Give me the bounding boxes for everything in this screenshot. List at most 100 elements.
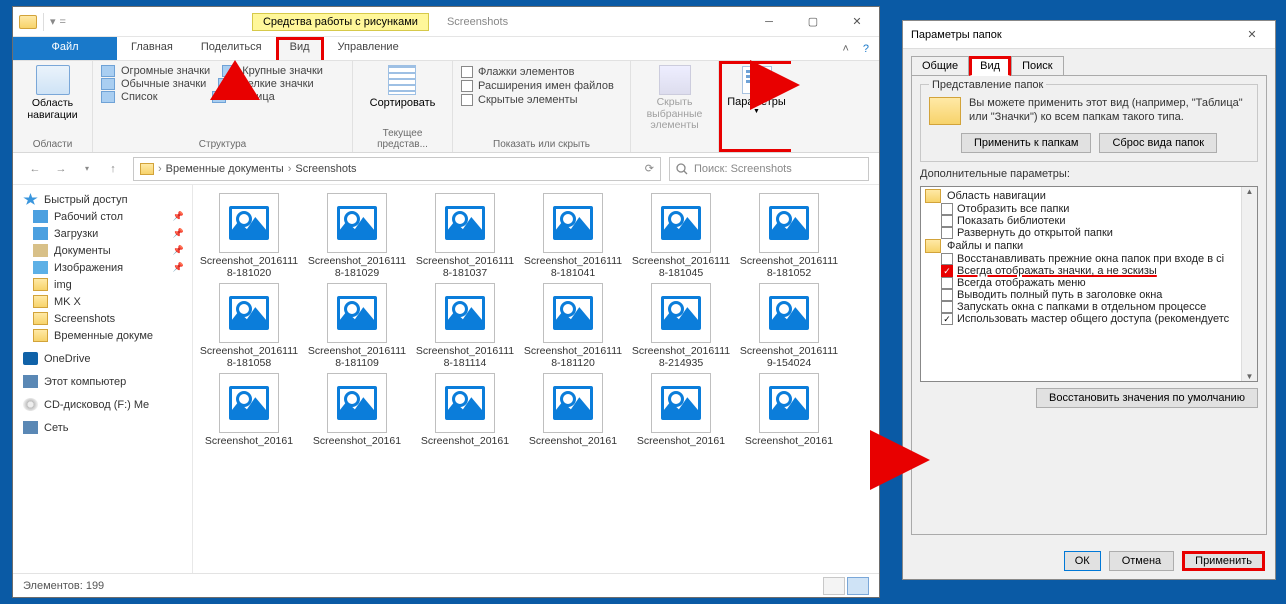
sidebar-mkx[interactable]: MK X — [13, 293, 192, 310]
file-item[interactable]: Screenshot_20161118-181109 — [305, 283, 409, 369]
image-icon — [445, 206, 485, 240]
ribbon-group-options[interactable]: Параметры ▼ — [719, 61, 791, 152]
file-item[interactable]: Screenshot_20161118-181052 — [737, 193, 841, 279]
tree-item[interactable]: Запускать окна с папками в отдельном про… — [923, 301, 1255, 313]
tab-share[interactable]: Поделиться — [187, 37, 276, 60]
tree-item[interactable]: Отобразить все папки — [923, 203, 1255, 215]
sidebar-downloads[interactable]: Загрузки📌 — [13, 225, 192, 242]
sidebar-documents[interactable]: Документы📌 — [13, 242, 192, 259]
up-button[interactable]: ↑ — [101, 157, 125, 181]
minimize-button[interactable]: ─ — [747, 7, 791, 36]
refresh-icon[interactable]: ⟳ — [645, 162, 654, 175]
breadcrumb-item[interactable]: Screenshots — [295, 163, 356, 175]
back-button[interactable]: ← — [23, 157, 47, 181]
maximize-button[interactable]: ▢ — [791, 7, 835, 36]
cancel-button[interactable]: Отмена — [1109, 551, 1174, 571]
layout-list[interactable]: СписокТаблица — [101, 91, 344, 103]
dialog-tab-general[interactable]: Общие — [911, 56, 969, 76]
file-item[interactable]: Screenshot_20161119-154024 — [737, 283, 841, 369]
dialog-tab-view[interactable]: Вид — [969, 56, 1011, 76]
file-name: Screenshot_20161118-181020 — [197, 255, 301, 279]
file-item[interactable]: Screenshot_20161 — [521, 373, 625, 447]
layout-huge[interactable]: Огромные значкиКрупные значки — [101, 65, 344, 77]
sidebar-thispc[interactable]: Этот компьютер — [13, 373, 192, 390]
file-thumbnail — [327, 193, 387, 253]
view-details-button[interactable] — [823, 577, 845, 595]
file-thumbnail — [327, 373, 387, 433]
reset-folders-button[interactable]: Сброс вида папок — [1099, 133, 1217, 153]
file-item[interactable]: Screenshot_20161118-181114 — [413, 283, 517, 369]
dialog-tab-search[interactable]: Поиск — [1011, 56, 1063, 76]
help-icon[interactable]: ? — [863, 43, 869, 55]
group-title: Представление папок — [929, 79, 1046, 91]
close-button[interactable]: ✕ — [1237, 28, 1267, 41]
sidebar-desktop[interactable]: Рабочий стол📌 — [13, 208, 192, 225]
recent-button[interactable]: ▾ — [75, 157, 99, 181]
ribbon-collapse-icon[interactable]: ˄ — [842, 43, 848, 55]
nav-pane-button[interactable]: Область навигации — [21, 65, 84, 121]
close-button[interactable]: ✕ — [835, 7, 879, 36]
tree-item[interactable]: Всегда отображать меню — [923, 277, 1255, 289]
file-item[interactable]: Screenshot_20161118-181045 — [629, 193, 733, 279]
sidebar-network[interactable]: Сеть — [13, 419, 192, 436]
contextual-tab[interactable]: Средства работы с рисунками — [252, 13, 429, 31]
show-hidden[interactable]: Скрытые элементы — [461, 93, 622, 107]
file-item[interactable]: Screenshot_20161 — [737, 373, 841, 447]
tab-view[interactable]: Вид — [276, 37, 324, 60]
file-name: Screenshot_20161118-181029 — [305, 255, 409, 279]
breadcrumb-item[interactable]: Временные документы — [166, 163, 284, 175]
file-item[interactable]: Screenshot_20161118-181058 — [197, 283, 301, 369]
tree-item-always-icons[interactable]: Всегда отображать значки, а не эскизы — [923, 265, 1255, 277]
file-item[interactable]: Screenshot_20161 — [305, 373, 409, 447]
layout-icon — [101, 91, 115, 103]
checkbox-icon — [941, 289, 953, 301]
apply-to-folders-button[interactable]: Применить к папкам — [961, 133, 1092, 153]
scrollbar[interactable] — [1241, 187, 1257, 381]
sidebar-quick-access[interactable]: Быстрый доступ — [13, 191, 192, 208]
file-item[interactable]: Screenshot_20161118-214935 — [629, 283, 733, 369]
qat-overflow-icon[interactable]: ▾ — [50, 15, 56, 28]
restore-defaults-button[interactable]: Восстановить значения по умолчанию — [1036, 388, 1258, 408]
files-grid[interactable]: Screenshot_20161118-181020Screenshot_201… — [193, 185, 879, 573]
hide-selected-button[interactable]: Скрыть выбранные элементы — [639, 65, 710, 132]
sort-button[interactable]: Сортировать — [370, 65, 436, 109]
apply-button[interactable]: Применить — [1182, 551, 1265, 571]
show-checkboxes[interactable]: Флажки элементов — [461, 65, 622, 79]
file-item[interactable]: Screenshot_20161118-181020 — [197, 193, 301, 279]
options-label: Параметры — [727, 96, 786, 108]
file-item[interactable]: Screenshot_20161 — [413, 373, 517, 447]
sidebar-onedrive[interactable]: OneDrive — [13, 350, 192, 367]
file-item[interactable]: Screenshot_20161118-181029 — [305, 193, 409, 279]
sidebar-screenshots[interactable]: Screenshots — [13, 310, 192, 327]
qat-overflow-icon[interactable]: = — [60, 16, 66, 28]
tree-item[interactable]: Показать библиотеки — [923, 215, 1255, 227]
tab-home[interactable]: Главная — [117, 37, 187, 60]
ok-button[interactable]: ОК — [1064, 551, 1101, 571]
file-name: Screenshot_20161118-181041 — [521, 255, 625, 279]
sidebar-img[interactable]: img — [13, 276, 192, 293]
tree-item[interactable]: Развернуть до открытой папки — [923, 227, 1255, 239]
tree-nav-header[interactable]: Область навигации — [923, 189, 1255, 203]
sidebar-pictures[interactable]: Изображения📌 — [13, 259, 192, 276]
forward-button[interactable]: → — [49, 157, 73, 181]
tree-item[interactable]: Использовать мастер общего доступа (реко… — [923, 313, 1255, 325]
layout-normal[interactable]: Обычные значкиМелкие значки — [101, 78, 344, 90]
address-bar[interactable]: › Временные документы › Screenshots ⟳ — [133, 157, 661, 181]
tab-manage[interactable]: Управление — [324, 37, 413, 60]
file-item[interactable]: Screenshot_20161 — [629, 373, 733, 447]
file-item[interactable]: Screenshot_20161118-181041 — [521, 193, 625, 279]
sidebar-cd[interactable]: CD-дисковод (F:) Me — [13, 396, 192, 413]
tab-file[interactable]: Файл — [13, 37, 117, 60]
sidebar-temp[interactable]: Временные докуме — [13, 327, 192, 344]
checkbox-icon — [941, 215, 953, 227]
advanced-settings-tree[interactable]: Область навигации Отобразить все папки П… — [920, 186, 1258, 382]
tree-item[interactable]: Восстанавливать прежние окна папок при в… — [923, 253, 1255, 265]
tree-files-header[interactable]: Файлы и папки — [923, 239, 1255, 253]
file-item[interactable]: Screenshot_20161 — [197, 373, 301, 447]
search-input[interactable]: Поиск: Screenshots — [669, 157, 869, 181]
file-item[interactable]: Screenshot_20161118-181120 — [521, 283, 625, 369]
file-item[interactable]: Screenshot_20161118-181037 — [413, 193, 517, 279]
tree-item[interactable]: Выводить полный путь в заголовке окна — [923, 289, 1255, 301]
view-icons-button[interactable] — [847, 577, 869, 595]
show-extensions[interactable]: Расширения имен файлов — [461, 79, 622, 93]
